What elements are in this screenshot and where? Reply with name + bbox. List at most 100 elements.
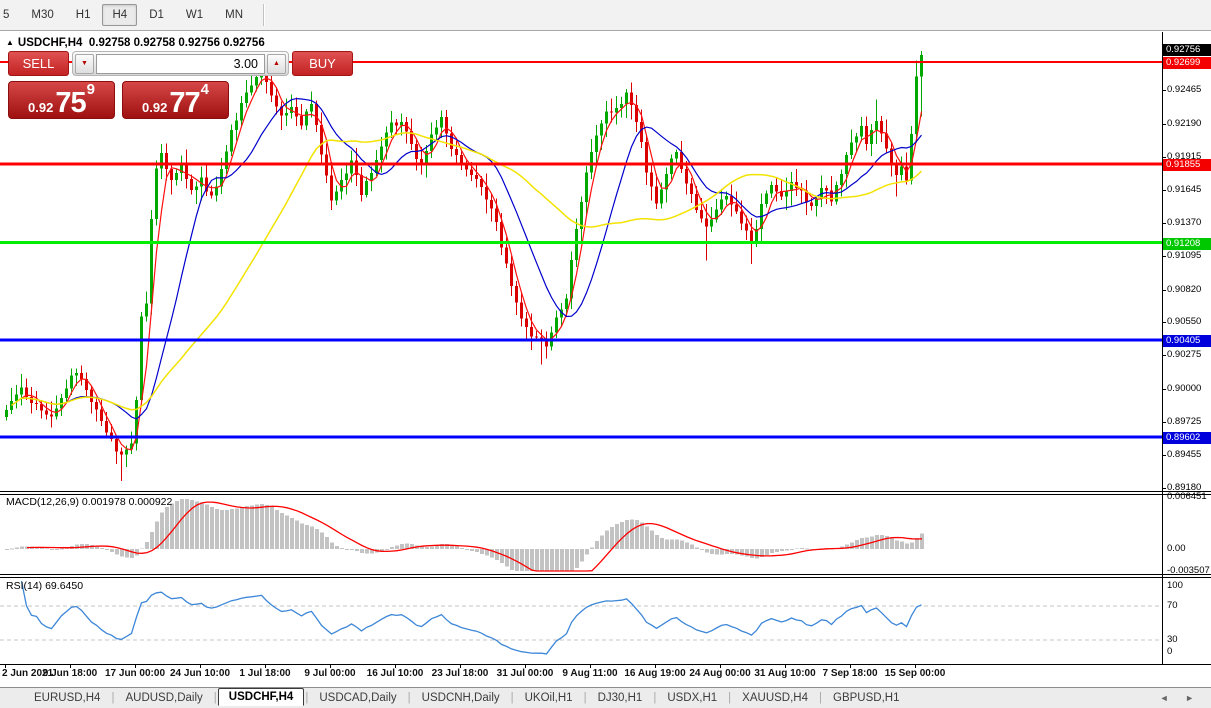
price-tag: 0.89602	[1163, 432, 1211, 444]
date-axis-line	[0, 664, 1211, 665]
macd-indicator-panel[interactable]	[0, 495, 1162, 573]
chart-tab-xauusd[interactable]: XAUUSD,H4	[732, 690, 818, 706]
date-axis-label: 15 Sep 00:00	[885, 668, 946, 679]
date-axis-label: 23 Jul 18:00	[432, 668, 489, 679]
date-axis-label: 9 Jul 00:00	[304, 668, 355, 679]
rsi-axis-label: 30	[1167, 635, 1178, 645]
price-tag: 0.91855	[1163, 159, 1211, 171]
date-axis-tick	[785, 664, 786, 668]
chart-tab-audusd[interactable]: AUDUSD,Daily	[115, 690, 212, 706]
date-axis-label: 9 Aug 11:00	[562, 668, 617, 679]
date-axis-tick	[70, 664, 71, 668]
volume-spinner: ▼ ▲	[72, 51, 289, 76]
date-axis-label: 31 Aug 10:00	[754, 668, 815, 679]
date-axis-tick	[135, 664, 136, 668]
panel-splitter[interactable]	[0, 577, 1211, 578]
collapse-triangle-icon[interactable]: ▲	[6, 38, 14, 47]
chart-symbol-header[interactable]: ▲ USDCHF,H4 0.92758 0.92758 0.92756 0.927…	[6, 37, 265, 49]
timeframe-button-5[interactable]: 5	[0, 4, 19, 26]
price-tag: 0.90405	[1163, 335, 1211, 347]
date-axis-label: 16 Jul 10:00	[367, 668, 424, 679]
date-axis-tick	[590, 664, 591, 668]
timeframe-button-h4[interactable]: H4	[102, 4, 137, 26]
tab-separator: |	[511, 692, 514, 704]
date-axis-label: 24 Aug 00:00	[689, 668, 750, 679]
price-tag: 0.92699	[1163, 57, 1211, 69]
price-axis-label: 0.90000	[1167, 384, 1201, 394]
date-axis-tick	[460, 664, 461, 668]
chart-tab-ukoil[interactable]: UKOil,H1	[515, 690, 583, 706]
date-axis-tick	[5, 664, 6, 668]
tab-separator: |	[728, 692, 731, 704]
panel-splitter[interactable]	[0, 574, 1211, 575]
date-axis-tick	[525, 664, 526, 668]
sell-button[interactable]: SELL	[8, 51, 69, 76]
price-axis-label: 0.92465	[1167, 85, 1201, 95]
volume-input[interactable]	[96, 54, 265, 74]
date-axis-tick	[655, 664, 656, 668]
timeframe-button-d1[interactable]: D1	[139, 4, 174, 26]
sell-price-box[interactable]: 0.92 75 9	[8, 81, 115, 119]
rsi-indicator-panel[interactable]	[0, 578, 1162, 664]
moving-average-4	[12, 78, 922, 450]
tab-separator: |	[214, 692, 217, 704]
volume-decrease-button[interactable]: ▼	[75, 54, 94, 74]
timeframe-button-w1[interactable]: W1	[176, 4, 213, 26]
price-axis-label: 0.89725	[1167, 417, 1201, 427]
chart-tab-usdx[interactable]: USDX,H1	[657, 690, 727, 706]
date-axis-tick	[200, 664, 201, 668]
ohlc-values: 0.92758 0.92758 0.92756 0.92756	[89, 37, 265, 49]
date-axis-label: 9 Jun 18:00	[43, 668, 97, 679]
tab-separator: |	[111, 692, 114, 704]
panel-splitter[interactable]	[0, 491, 1211, 492]
price-axis-label: 0.91370	[1167, 218, 1201, 228]
timeframe-button-mn[interactable]: MN	[215, 4, 253, 26]
symbol-label: USDCHF,H4	[18, 37, 83, 49]
tab-separator: |	[819, 692, 822, 704]
price-axis-label: 0.89455	[1167, 450, 1201, 460]
one-click-trading-panel: SELL ▼ ▲ BUY 0.92 75 9 0.92 77 4	[8, 51, 229, 119]
moving-average-13	[12, 99, 922, 419]
price-axis-label: 0.92190	[1167, 119, 1201, 129]
buy-price-box[interactable]: 0.92 77 4	[122, 81, 229, 119]
chart-tab-usdchf[interactable]: USDCHF,H4	[218, 688, 305, 706]
date-axis-tick	[720, 664, 721, 668]
price-axis-label: 0.90820	[1167, 285, 1201, 295]
macd-axis-label: 0.00	[1167, 544, 1186, 554]
chart-tab-gbpusd[interactable]: GBPUSD,H1	[823, 690, 909, 706]
date-axis-tick	[265, 664, 266, 668]
date-axis-tick	[850, 664, 851, 668]
rsi-label: RSI(14) 69.6450	[6, 580, 83, 592]
volume-increase-button[interactable]: ▲	[267, 54, 286, 74]
chart-tab-usdcnh[interactable]: USDCNH,Daily	[412, 690, 510, 706]
chart-tab-eurusd[interactable]: EURUSD,H4	[24, 690, 110, 706]
date-axis-label: 17 Jun 00:00	[105, 668, 165, 679]
timeframe-button-m30[interactable]: M30	[21, 4, 63, 26]
mt4-window: 5M30H1H4D1W1MN ▲ USDCHF,H4 0.92758 0.9275…	[0, 0, 1211, 708]
buy-price-prefix: 0.92	[142, 101, 167, 115]
sell-price-prefix: 0.92	[28, 101, 53, 115]
tab-separator: |	[653, 692, 656, 704]
macd-label: MACD(12,26,9) 0.001978 0.000922	[6, 496, 172, 508]
chart-tab-usdcad[interactable]: USDCAD,Daily	[309, 690, 406, 706]
date-axis-label: 1 Jul 18:00	[239, 668, 290, 679]
price-axis-label: 0.91645	[1167, 185, 1201, 195]
buy-price-big: 77	[169, 91, 199, 116]
chart-tab-dj30[interactable]: DJ30,H1	[588, 690, 653, 706]
date-axis-label: 16 Aug 19:00	[624, 668, 685, 679]
price-axis-label: 0.90275	[1167, 350, 1201, 360]
toolbar-separator	[263, 4, 264, 26]
timeframe-button-h1[interactable]: H1	[66, 4, 101, 26]
panel-splitter[interactable]	[0, 494, 1211, 495]
chart-tab-bar: EURUSD,H4|AUDUSD,Daily|USDCHF,H4|USDCAD,…	[0, 687, 1211, 708]
buy-button[interactable]: BUY	[292, 51, 353, 76]
date-axis-tick	[330, 664, 331, 668]
sell-price-big: 75	[55, 91, 85, 116]
tab-scroll-arrows[interactable]: ◄ ►	[1160, 693, 1201, 703]
rsi-axis-label: 70	[1167, 601, 1178, 611]
price-axis-label: 0.90550	[1167, 317, 1201, 327]
price-axis-line	[1162, 32, 1163, 664]
tab-separator: |	[408, 692, 411, 704]
price-tag: 0.91208	[1163, 238, 1211, 250]
rsi-axis-label: 0	[1167, 647, 1172, 657]
